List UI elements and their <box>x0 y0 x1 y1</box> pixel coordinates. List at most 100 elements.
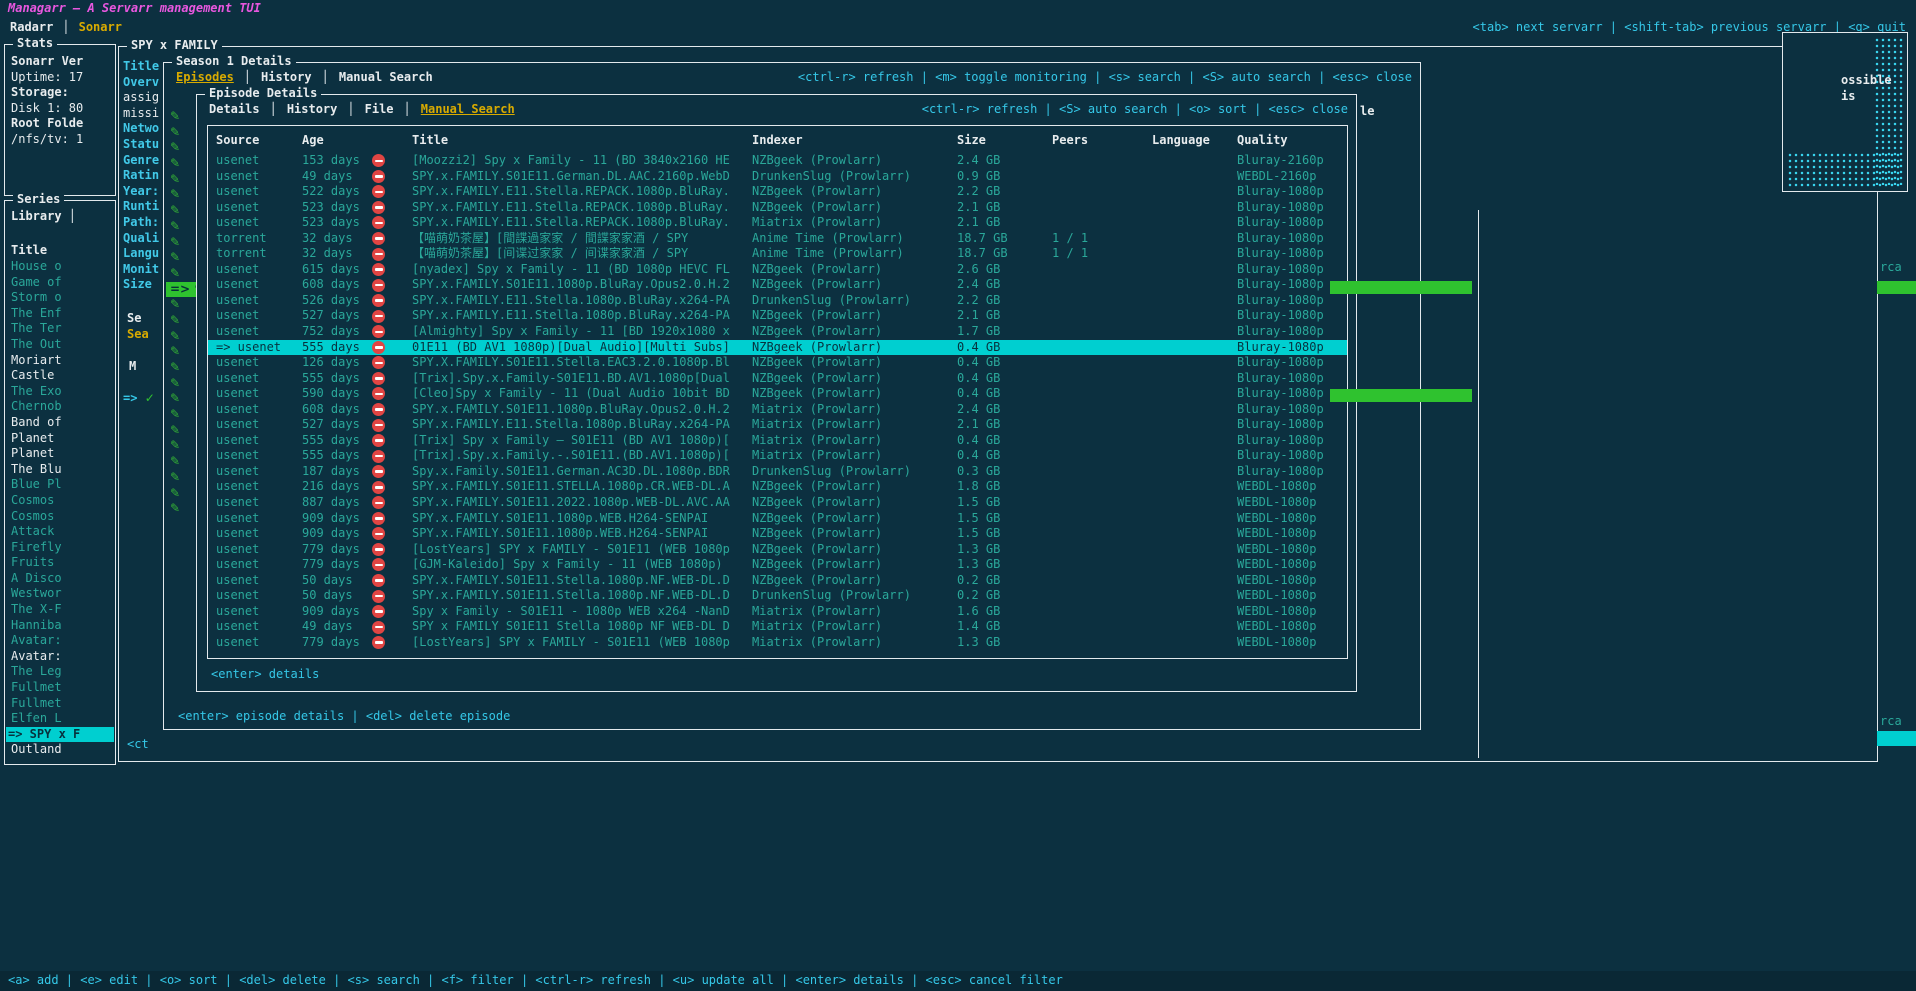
result-row[interactable]: usenet608 daysSPY.x.FAMILY.S01E11.1080p.… <box>208 277 1347 293</box>
series-item[interactable]: Castle <box>6 368 114 384</box>
season-tab-episodes[interactable]: Episodes <box>176 70 234 86</box>
episode-tab-manual-search[interactable]: Manual Search <box>421 102 515 118</box>
cell-source: usenet <box>208 215 292 231</box>
episode-tab-file[interactable]: File <box>365 102 394 118</box>
episode-footer-keybinds: <enter> details <box>211 667 319 683</box>
result-row[interactable]: usenet527 daysSPY.x.FAMILY.E11.Stella.10… <box>208 417 1347 433</box>
result-row[interactable]: usenet49 daysSPY x FAMILY S01E11 Stella … <box>208 619 1347 635</box>
result-row[interactable]: usenet523 daysSPY.x.FAMILY.E11.Stella.RE… <box>208 215 1347 231</box>
managarr-screen: Managarr – A Servarr management TUI Rada… <box>0 0 1916 991</box>
series-item[interactable]: Planet <box>6 446 114 462</box>
result-row[interactable]: usenet187 daysSpy.x.Family.S01E11.German… <box>208 464 1347 480</box>
series-item[interactable]: Firefly <box>6 540 114 556</box>
series-item[interactable]: Planet <box>6 431 114 447</box>
cell-rejected <box>364 496 404 509</box>
series-item[interactable]: Attack <box>6 524 114 540</box>
result-row[interactable]: usenet216 daysSPY.x.FAMILY.S01E11.STELLA… <box>208 479 1347 495</box>
result-row[interactable]: torrent32 days【喵萌奶茶屋】[間諜過家家 / 間諜家家酒 / SP… <box>208 231 1347 247</box>
series-item[interactable]: Chernob <box>6 399 114 415</box>
result-row[interactable]: usenet527 daysSPY.x.FAMILY.E11.Stella.10… <box>208 308 1347 324</box>
monitored-column-fragment: M <box>129 359 136 375</box>
series-item[interactable]: Fullmet <box>6 696 114 712</box>
result-row[interactable]: usenet779 days[LostYears] SPY x FAMILY -… <box>208 542 1347 558</box>
cell-indexer: Anime Time (Prowlarr) <box>744 246 949 262</box>
cell-rejected <box>364 574 404 587</box>
series-item[interactable]: Elfen L <box>6 711 114 727</box>
result-row[interactable]: usenet909 daysSPY.x.FAMILY.S01E11.1080p.… <box>208 526 1347 542</box>
series-item[interactable]: A Disco <box>6 571 114 587</box>
result-row[interactable]: usenet887 daysSPY.x.FAMILY.S01E11.2022.1… <box>208 495 1347 511</box>
series-item[interactable]: The Leg <box>6 664 114 680</box>
result-row[interactable]: usenet555 days[Trix] Spy x Family – S01E… <box>208 433 1347 449</box>
cell-indexer: NZBgeek (Prowlarr) <box>744 371 949 387</box>
series-item[interactable]: Cosmos <box>6 493 114 509</box>
result-row[interactable]: usenet523 daysSPY.x.FAMILY.E11.Stella.RE… <box>208 200 1347 216</box>
series-item[interactable]: Cosmos <box>6 509 114 525</box>
cell-rejected <box>364 543 404 556</box>
series-item[interactable]: Hanniba <box>6 618 114 634</box>
result-row[interactable]: usenet590 days[Cleo]Spy x Family - 11 (D… <box>208 386 1347 402</box>
tab-sonarr[interactable]: Sonarr <box>79 20 122 36</box>
cell-source: usenet <box>208 277 292 293</box>
series-item[interactable]: The X-F <box>6 602 114 618</box>
series-item[interactable]: Band of <box>6 415 114 431</box>
cell-age: 909 days <box>292 526 364 542</box>
series-item[interactable]: Storm o <box>6 290 114 306</box>
series-field: Langu <box>123 246 165 262</box>
column-header: Age <box>292 133 364 149</box>
result-row[interactable]: torrent32 days【喵萌奶茶屋】[间谍过家家 / 间谍家家酒 / SP… <box>208 246 1347 262</box>
series-item[interactable]: Westwor <box>6 586 114 602</box>
no-entry-icon <box>372 201 385 214</box>
series-item[interactable]: The Exo <box>6 384 114 400</box>
selected-season-row[interactable]: => ✓ <box>123 391 155 407</box>
series-item[interactable]: Fruits <box>6 555 114 571</box>
cell-quality: Bluray-1080p <box>1229 184 1347 200</box>
series-item[interactable]: Blue Pl <box>6 477 114 493</box>
result-row[interactable]: usenet555 days[Trix].Spy.x.Family-S01E11… <box>208 371 1347 387</box>
series-item[interactable]: Avatar: <box>6 633 114 649</box>
cell-age: 887 days <box>292 495 364 511</box>
result-row[interactable]: usenet522 daysSPY.x.FAMILY.E11.Stella.RE… <box>208 184 1347 200</box>
no-entry-icon <box>372 605 385 618</box>
result-row[interactable]: usenet526 daysSPY.x.FAMILY.E11.Stella.10… <box>208 293 1347 309</box>
episode-tab-details[interactable]: Details <box>209 102 260 118</box>
tab-radarr[interactable]: Radarr <box>10 20 53 36</box>
tab-library[interactable]: Library │ <box>11 209 76 225</box>
series-item[interactable]: Fullmet <box>6 680 114 696</box>
cell-indexer: Miatrix (Prowlarr) <box>744 604 949 620</box>
cell-size: 1.3 GB <box>949 635 1044 651</box>
result-row[interactable]: usenet126 daysSPY.X.FAMILY.S01E11.Stella… <box>208 355 1347 371</box>
series-item[interactable]: => SPY x F <box>6 727 114 743</box>
result-row[interactable]: usenet153 days[Moozzi2] Spy x Family - 1… <box>208 153 1347 169</box>
result-row[interactable]: usenet779 days[GJM-Kaleido] Spy x Family… <box>208 557 1347 573</box>
result-row[interactable]: => usenet555 days01E11 (BD AV1 1080p)[Du… <box>208 340 1347 356</box>
result-row[interactable]: usenet49 daysSPY.x.FAMILY.S01E11.German.… <box>208 169 1347 185</box>
cell-rejected <box>364 325 404 338</box>
series-item[interactable]: The Out <box>6 337 114 353</box>
season-tab-manual-search[interactable]: Manual Search <box>339 70 433 86</box>
cell-size: 0.4 GB <box>949 448 1044 464</box>
series-item[interactable]: Game of <box>6 275 114 291</box>
result-row[interactable]: usenet50 daysSPY.x.FAMILY.S01E11.Stella.… <box>208 573 1347 589</box>
result-row[interactable]: usenet909 daysSPY.x.FAMILY.S01E11.1080p.… <box>208 511 1347 527</box>
series-item[interactable]: The Blu <box>6 462 114 478</box>
series-item[interactable]: The Enf <box>6 306 114 322</box>
cell-age: 608 days <box>292 277 364 293</box>
cell-rejected <box>364 512 404 525</box>
column-header: Size <box>949 133 1044 149</box>
result-row[interactable]: usenet752 days[Almighty] Spy x Family - … <box>208 324 1347 340</box>
result-row[interactable]: usenet909 daysSpy x Family - S01E11 - 10… <box>208 604 1347 620</box>
result-row[interactable]: usenet50 daysSPY.x.FAMILY.S01E11.Stella.… <box>208 588 1347 604</box>
result-row[interactable]: usenet555 days[Trix].Spy.x.Family.-.S01E… <box>208 448 1347 464</box>
series-item[interactable]: Outland <box>6 742 114 758</box>
series-item[interactable]: Avatar: <box>6 649 114 665</box>
series-item[interactable]: The Ter <box>6 321 114 337</box>
result-row[interactable]: usenet779 days[LostYears] SPY x FAMILY -… <box>208 635 1347 651</box>
result-row[interactable]: usenet615 days[nyadex] Spy x Family - 11… <box>208 262 1347 278</box>
cell-source: usenet <box>208 635 292 651</box>
season-tab-history[interactable]: History <box>261 70 312 86</box>
result-row[interactable]: usenet608 daysSPY.x.FAMILY.S01E11.1080p.… <box>208 402 1347 418</box>
series-item[interactable]: Moriart <box>6 353 114 369</box>
episode-tab-history[interactable]: History <box>287 102 338 118</box>
series-item[interactable]: House o <box>6 259 114 275</box>
